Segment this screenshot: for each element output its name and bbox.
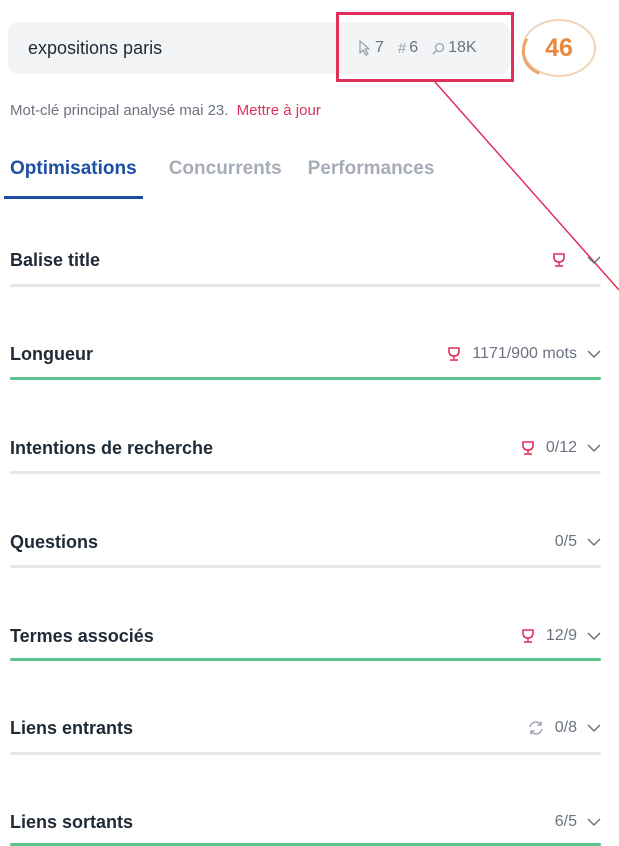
section-title: Termes associés xyxy=(10,625,154,646)
trophy-icon xyxy=(446,346,462,362)
section-title: Longueur xyxy=(10,343,93,364)
chevron-down-icon[interactable] xyxy=(587,817,601,827)
chevron-down-icon[interactable] xyxy=(587,349,601,359)
score-badge: 46 xyxy=(522,19,596,77)
trophy-icon xyxy=(520,440,536,456)
section-intentions[interactable]: Intentions de recherche 0/12 xyxy=(10,428,601,468)
section-progress-bar xyxy=(10,658,601,661)
tab-concurrents[interactable]: Concurrents xyxy=(169,158,282,199)
section-value: 0/5 xyxy=(554,533,577,550)
keyword-query[interactable]: expositions paris xyxy=(28,22,162,74)
section-progress-bar xyxy=(10,565,601,568)
score-value: 46 xyxy=(545,33,573,62)
section-value: 12/9 xyxy=(545,627,577,644)
update-link[interactable]: Mettre à jour xyxy=(237,102,321,119)
chevron-down-icon[interactable] xyxy=(587,631,601,641)
section-title: Balise title xyxy=(10,249,101,270)
section-liens-entrants[interactable]: Liens entrants 0/8 xyxy=(10,708,601,748)
section-title: Questions xyxy=(10,531,99,552)
section-questions[interactable]: Questions 0/5 xyxy=(10,522,601,562)
section-title: Intentions de recherche xyxy=(10,437,214,458)
refresh-icon xyxy=(527,720,545,736)
section-longueur[interactable]: Longueur 1171/900 mots xyxy=(10,334,601,374)
keyword-info-text: Mot-clé principal analysé mai 23. xyxy=(10,102,229,119)
section-title: Liens entrants xyxy=(10,717,134,738)
trophy-icon xyxy=(520,628,536,644)
section-title: Liens sortants xyxy=(10,811,134,832)
section-value: 0/12 xyxy=(545,439,577,456)
chevron-down-icon[interactable] xyxy=(587,537,601,547)
chevron-down-icon[interactable] xyxy=(587,443,601,453)
tab-performances[interactable]: Performances xyxy=(308,158,435,199)
section-progress-bar xyxy=(10,752,601,755)
chevron-down-icon[interactable] xyxy=(587,723,601,733)
tabs: Optimisations Concurrents Performances xyxy=(4,158,435,199)
section-progress-bar xyxy=(10,471,601,474)
section-progress-bar xyxy=(10,377,601,380)
tab-optimisations[interactable]: Optimisations xyxy=(4,158,143,199)
stats-highlight-box xyxy=(336,12,514,82)
keyword-info: Mot-clé principal analysé mai 23. Mettre… xyxy=(10,102,321,119)
section-value: 1171/900 mots xyxy=(472,345,577,362)
trophy-icon xyxy=(551,252,567,268)
section-termes-associes[interactable]: Termes associés 12/9 xyxy=(10,616,601,656)
section-liens-sortants[interactable]: Liens sortants 6/5 xyxy=(10,802,601,842)
section-balise-title[interactable]: Balise title xyxy=(10,240,601,280)
section-value: 6/5 xyxy=(554,813,577,830)
section-value: 0/8 xyxy=(554,719,577,736)
chevron-down-icon[interactable] xyxy=(587,255,601,265)
section-progress-bar xyxy=(10,284,601,287)
